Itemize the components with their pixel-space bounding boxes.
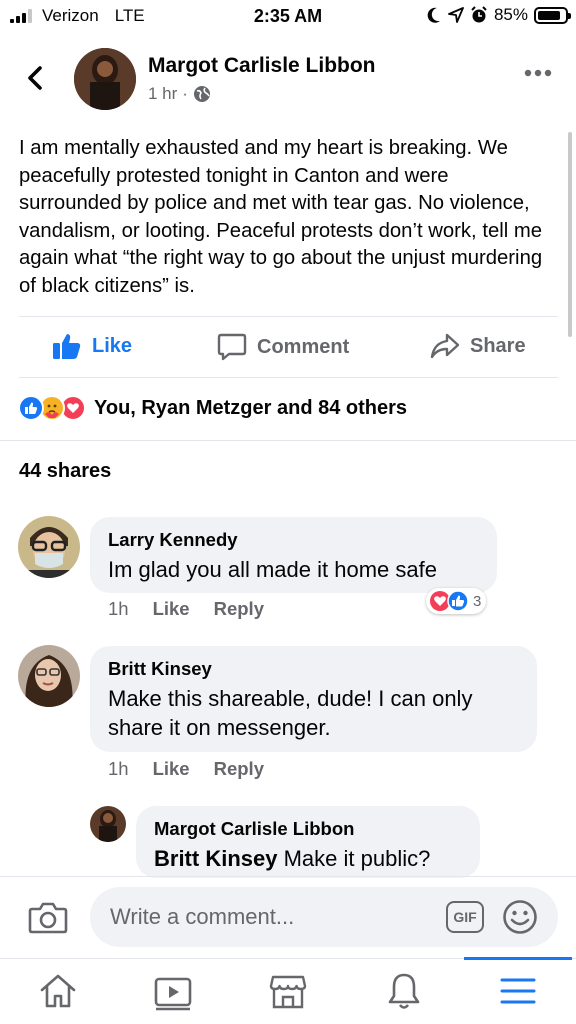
scrollbar[interactable]: [568, 132, 572, 337]
comment-bubble[interactable]: Larry Kennedy Im glad you all made it ho…: [90, 517, 497, 593]
comment-composer: GIF: [0, 876, 576, 958]
avatar-photo: [18, 516, 80, 578]
moon-icon: [427, 7, 440, 23]
reply-message: Make it public?: [277, 846, 431, 871]
reactions-text[interactable]: You, Ryan Metzger and 84 others: [94, 397, 407, 420]
commenter-avatar[interactable]: [18, 516, 80, 578]
comment-author[interactable]: Larry Kennedy: [108, 529, 479, 551]
back-arrow-icon[interactable]: [22, 60, 50, 96]
comment-reactions[interactable]: 3: [426, 588, 487, 614]
watch-icon[interactable]: [153, 971, 193, 1011]
alarm-icon: [471, 6, 487, 23]
post-body: I am mentally exhausted and my heart is …: [19, 137, 543, 297]
comment-icon: [217, 333, 247, 361]
comment-like-button[interactable]: Like: [153, 758, 190, 780]
reply-mention[interactable]: Britt Kinsey: [154, 846, 277, 871]
comment-meta: 1h Like Reply: [108, 598, 288, 620]
comment-text: Make this shareable, dude! I can only sh…: [108, 686, 473, 740]
comment-bubble[interactable]: Britt Kinsey Make this shareable, dude! …: [90, 646, 537, 752]
author-avatar[interactable]: [74, 48, 136, 110]
reply-author[interactable]: Margot Carlisle Libbon: [154, 818, 462, 840]
divider: [19, 377, 558, 378]
location-icon: [448, 7, 464, 23]
like-icon: [447, 590, 469, 612]
post-author[interactable]: Margot Carlisle Libbon: [148, 54, 376, 78]
avatar-photo: [74, 48, 136, 110]
thumbs-up-icon: [53, 334, 81, 359]
comment-meta: 1h Like Reply: [108, 758, 288, 780]
shares-count[interactable]: 44 shares: [19, 460, 111, 483]
reply-avatar[interactable]: [90, 806, 126, 842]
menu-icon[interactable]: [498, 971, 538, 1011]
share-button[interactable]: Share: [430, 332, 526, 360]
comment-button[interactable]: Comment: [217, 332, 349, 362]
comment-time[interactable]: 1h: [108, 598, 129, 620]
more-options-icon[interactable]: [524, 68, 552, 78]
section-divider: [0, 440, 576, 441]
comment-input[interactable]: [90, 887, 558, 947]
avatar-photo: [18, 645, 80, 707]
notifications-icon[interactable]: [384, 971, 424, 1011]
globe-icon: [193, 86, 210, 102]
divider: [19, 316, 558, 317]
home-icon[interactable]: [38, 971, 78, 1011]
comment-reaction-count: 3: [473, 592, 482, 610]
commenter-avatar[interactable]: [18, 645, 80, 707]
battery-fill: [538, 10, 561, 20]
like-button[interactable]: Like: [52, 332, 132, 360]
active-tab-indicator: [464, 957, 572, 960]
comment-time[interactable]: 1h: [108, 758, 129, 780]
like-label: Like: [92, 334, 133, 357]
reactions-summary[interactable]: You, Ryan Metzger and 84 others: [18, 395, 407, 421]
avatar-photo: [90, 806, 126, 842]
post-time[interactable]: 1 hr: [148, 84, 177, 104]
battery-icon: [534, 6, 571, 24]
reply-text: Britt Kinsey Make it public?: [154, 844, 462, 873]
bottom-tab-bar: [0, 957, 576, 1024]
comment-like-button[interactable]: Like: [153, 598, 190, 620]
emoji-icon[interactable]: [502, 899, 538, 935]
reply-bubble[interactable]: Margot Carlisle Libbon Britt Kinsey Make…: [136, 806, 480, 878]
camera-icon[interactable]: [28, 897, 68, 937]
post-meta: 1 hr ·: [148, 84, 211, 104]
like-reaction-icon: [18, 395, 44, 421]
comment-text: Im glad you all made it home safe: [108, 557, 437, 582]
comment-reply-button[interactable]: Reply: [214, 758, 264, 780]
comment-label: Comment: [257, 335, 350, 358]
share-label: Share: [470, 334, 526, 357]
share-arrow-icon: [430, 333, 460, 359]
comment-reply-button[interactable]: Reply: [214, 598, 264, 620]
marketplace-icon[interactable]: [268, 971, 308, 1011]
post-actions: Like Comment Share: [0, 318, 576, 378]
meta-separator: ·: [182, 84, 188, 103]
gif-button[interactable]: GIF: [446, 901, 484, 933]
post-header: Margot Carlisle Libbon 1 hr ·: [0, 40, 576, 120]
status-right: 85%: [426, 5, 571, 25]
comment-author[interactable]: Britt Kinsey: [108, 658, 519, 680]
battery-percent: 85%: [493, 5, 528, 24]
status-bar: Verizon LTE 2:35 AM 85%: [0, 0, 576, 36]
